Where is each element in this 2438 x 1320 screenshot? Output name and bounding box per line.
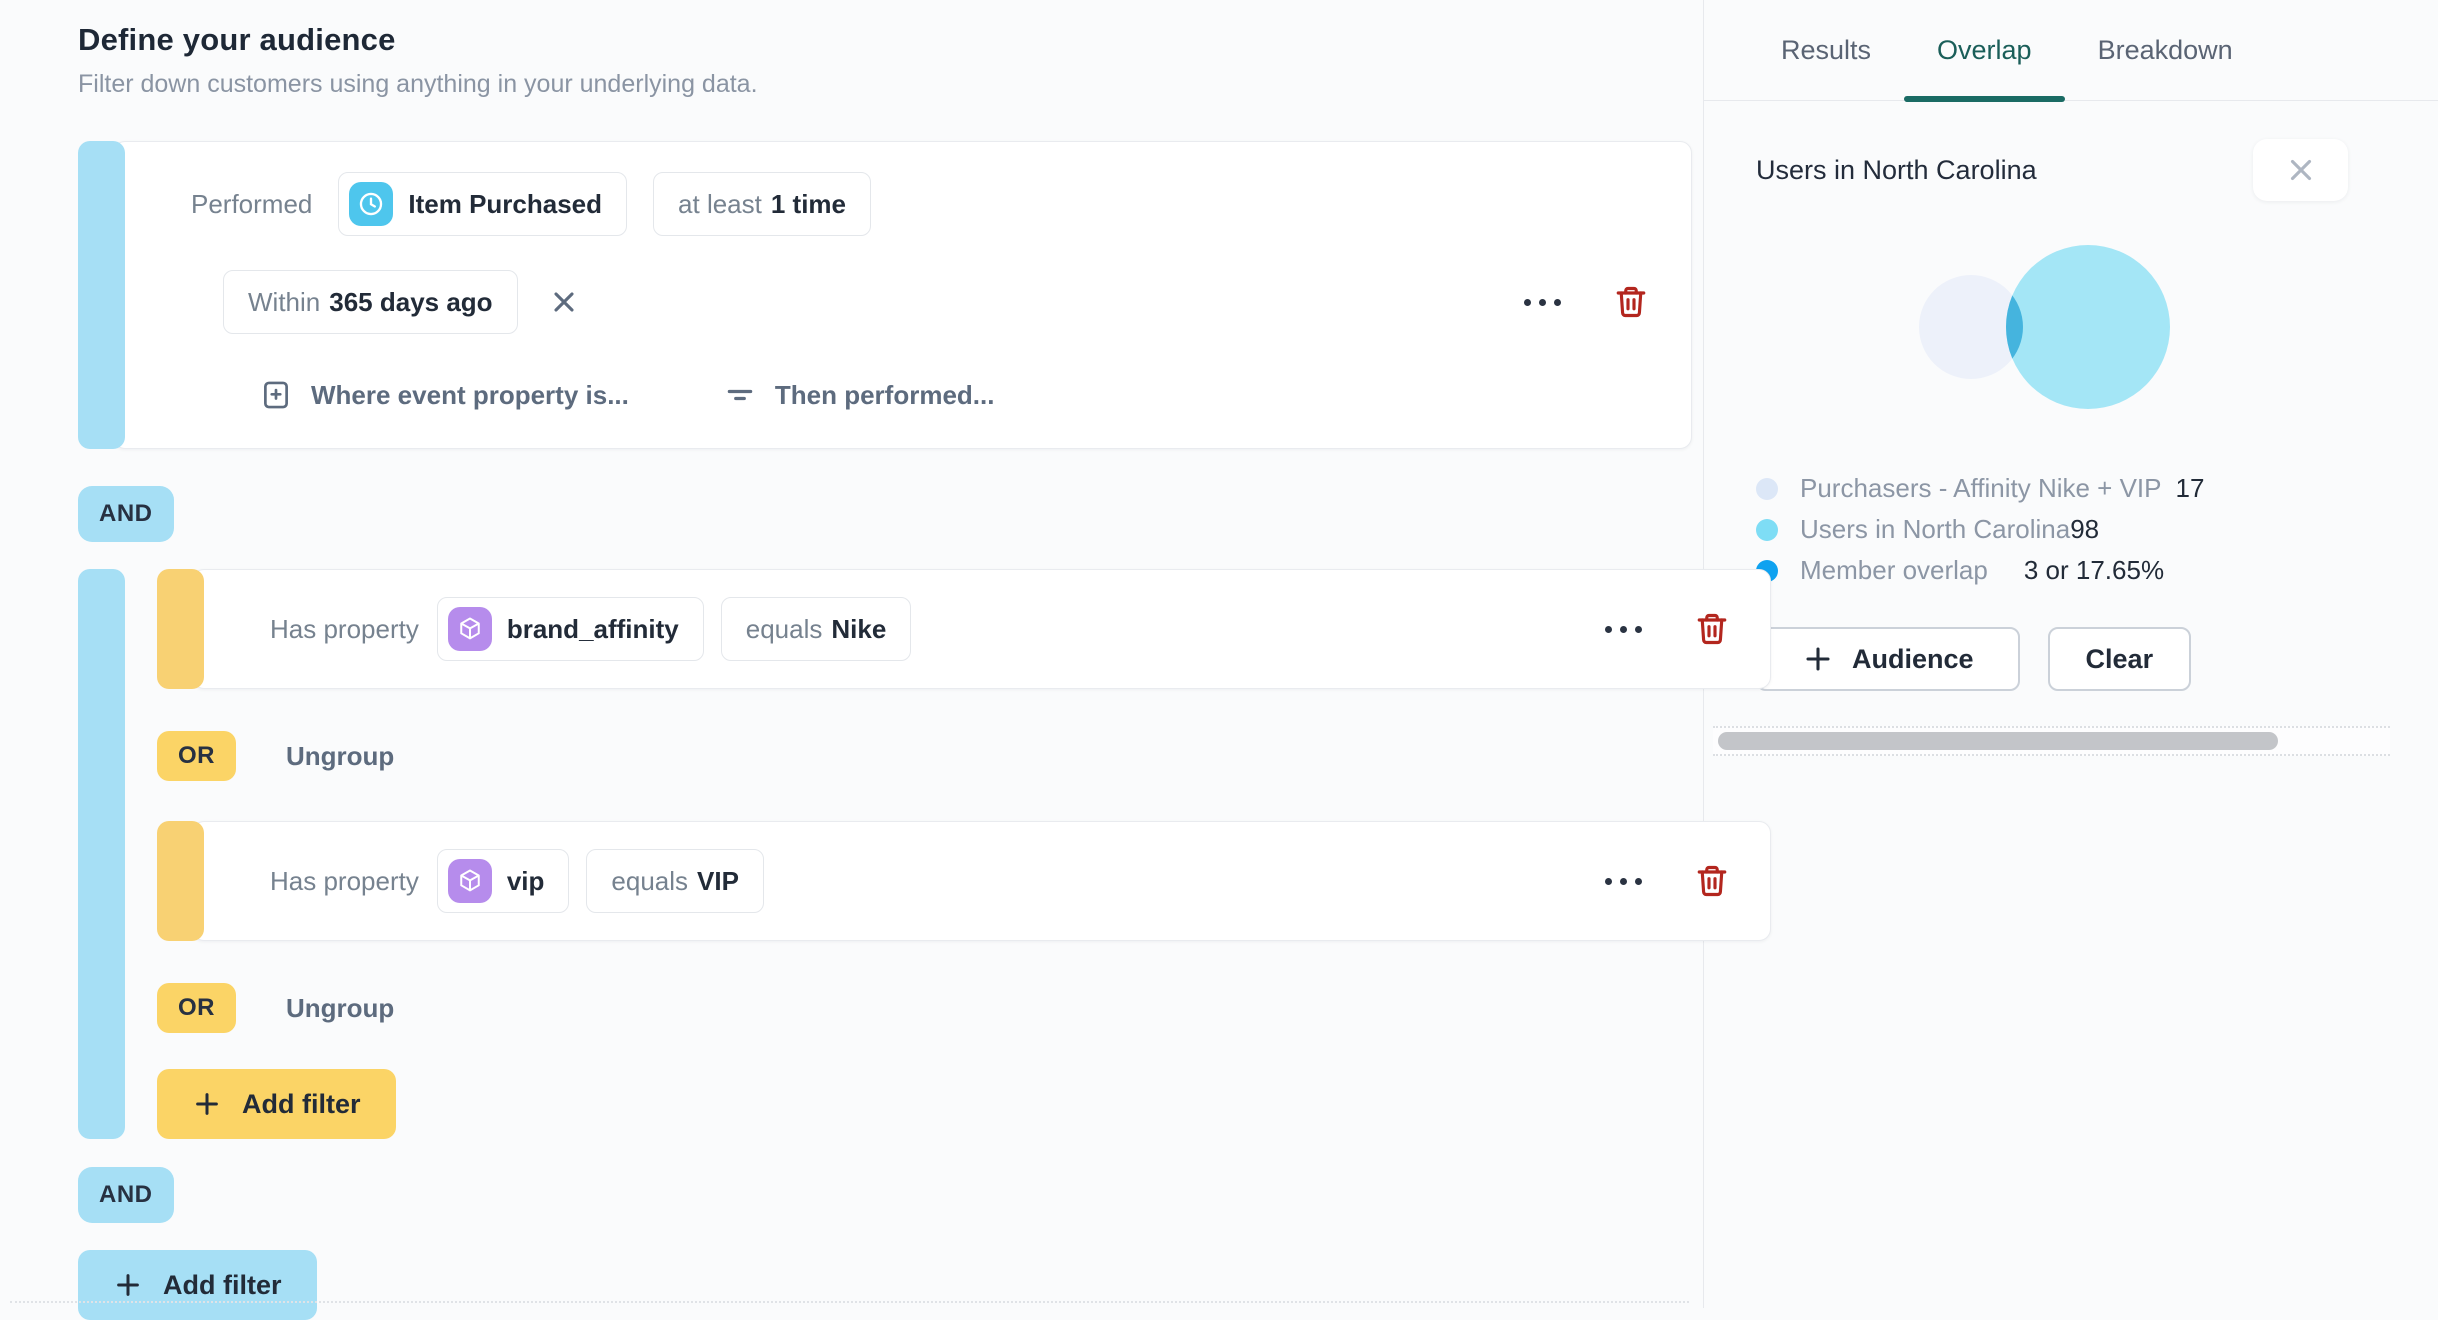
plus-icon [1806,647,1830,671]
condition-value: Nike [831,613,887,644]
where-event-property-label: Where event property is... [311,379,629,410]
property-filter-card: Has property brand_affinity equals Nike [192,569,1771,689]
more-options-icon[interactable] [1599,872,1648,891]
clear-button[interactable]: Clear [2047,627,2192,691]
legend-row-audience-a: Purchasers - Affinity Nike + VIP 17 [1756,468,2348,509]
legend-value: 17 [2175,473,2205,503]
condition-value: VIP [697,865,739,896]
tab-breakdown[interactable]: Breakdown [2065,0,2266,100]
venn-diagram [1756,231,2348,428]
horizontal-scrollbar[interactable] [1713,726,2390,756]
legend-dot [1756,518,1778,541]
panel-tabs: Results Overlap Breakdown [1704,0,2438,102]
add-filter-group-button[interactable]: Add filter [157,1069,396,1139]
condition-chip[interactable]: equals VIP [586,849,764,913]
more-options-icon[interactable] [1518,293,1567,312]
event-filter-group: Performed Item Purchased at least 1 time [78,141,1692,449]
remove-time-window-icon[interactable] [548,286,580,318]
more-options-icon[interactable] [1599,620,1648,639]
filter-lines-icon [727,389,753,401]
and-operator-badge: AND [78,1167,174,1223]
ungroup-button[interactable]: Ungroup [286,993,394,1024]
property-chip[interactable]: brand_affinity [436,597,704,661]
condition-operator: equals [745,613,823,644]
overlap-audience-title: Users in North Carolina [1756,154,2037,185]
event-name: Item Purchased [408,188,603,219]
property-filter-card: Has property vip equals VIP [192,821,1771,941]
then-performed-label: Then performed... [774,379,995,410]
cube-icon [447,859,492,903]
group-color-bar [78,141,125,449]
condition-chip[interactable]: equals Nike [720,597,912,661]
add-audience-button[interactable]: Audience [1756,627,2020,691]
then-performed-button[interactable]: Then performed... [723,378,995,412]
add-filter-label: Add filter [242,1088,361,1119]
property-filter-row: Has property vip equals VIP [157,821,1771,941]
close-overlap-button[interactable] [2253,139,2348,201]
clock-icon [349,182,394,226]
filter-color-bar [157,569,204,689]
legend-label: Users in North Carolina [1800,514,2071,544]
delete-filter-icon[interactable] [1694,863,1730,899]
venn-circle-audience-b [2006,245,2170,409]
scrollbar-thumb[interactable] [1718,732,2278,750]
has-property-label: Has property [270,865,419,896]
has-property-label: Has property [270,613,419,644]
tab-overlap[interactable]: Overlap [1904,0,2065,102]
audience-builder: Define your audience Filter down custome… [0,0,1771,1320]
legend-row-overlap: Member overlap 3 or 17.65% [1756,550,2348,591]
plus-icon [117,1274,139,1296]
page-subtitle: Filter down customers using anything in … [78,70,758,98]
clear-label: Clear [2085,643,2154,674]
legend-label: Purchasers - Affinity Nike + VIP [1800,473,2162,503]
legend-dot [1756,477,1778,500]
plus-square-icon [264,381,288,409]
or-operator-badge: OR [157,983,236,1033]
time-window-chip[interactable]: Within 365 days ago [223,270,518,334]
count-chip[interactable]: at least 1 time [653,172,872,236]
close-icon [2290,159,2311,181]
legend-value: 98 [2070,514,2100,544]
or-operator-badge: OR [157,731,236,781]
and-operator-badge: AND [78,486,174,542]
count-value: 1 time [770,188,847,219]
add-audience-label: Audience [1852,643,1974,674]
performed-label: Performed [191,188,313,219]
delete-filter-icon[interactable] [1694,611,1730,647]
or-filter-group: Has property brand_affinity equals Nike [78,569,1771,1139]
group-color-bar [78,569,125,1139]
condition-operator: equals [611,865,689,896]
event-chip[interactable]: Item Purchased [338,172,628,236]
delete-filter-icon[interactable] [1613,284,1649,320]
legend-value: 3 or 17.65% [2023,555,2165,585]
legend-row-audience-b: Users in North Carolina 98 [1756,509,2348,550]
results-panel: Results Overlap Breakdown Users in North… [1703,0,2438,1308]
property-name: brand_affinity [506,613,679,644]
legend-label: Member overlap [1800,555,1988,585]
property-filter-row: Has property brand_affinity equals Nike [157,569,1771,689]
tab-results[interactable]: Results [1748,0,1904,100]
property-name: vip [506,865,545,896]
where-event-property-button[interactable]: Where event property is... [259,378,629,412]
filter-color-bar [157,821,204,941]
plus-icon [196,1093,218,1115]
ungroup-button[interactable]: Ungroup [286,741,394,772]
event-filter-card: Performed Item Purchased at least 1 time [113,141,1692,449]
venn-legend: Purchasers - Affinity Nike + VIP 17 User… [1756,468,2348,591]
window-prefix: Within [248,286,321,317]
cube-icon [447,607,492,651]
count-prefix: at least [678,188,762,219]
property-chip[interactable]: vip [436,849,570,913]
add-filter-root-button[interactable]: Add filter [78,1250,317,1320]
window-value: 365 days ago [329,286,493,317]
add-filter-label: Add filter [163,1269,282,1300]
page-title: Define your audience [78,22,396,57]
